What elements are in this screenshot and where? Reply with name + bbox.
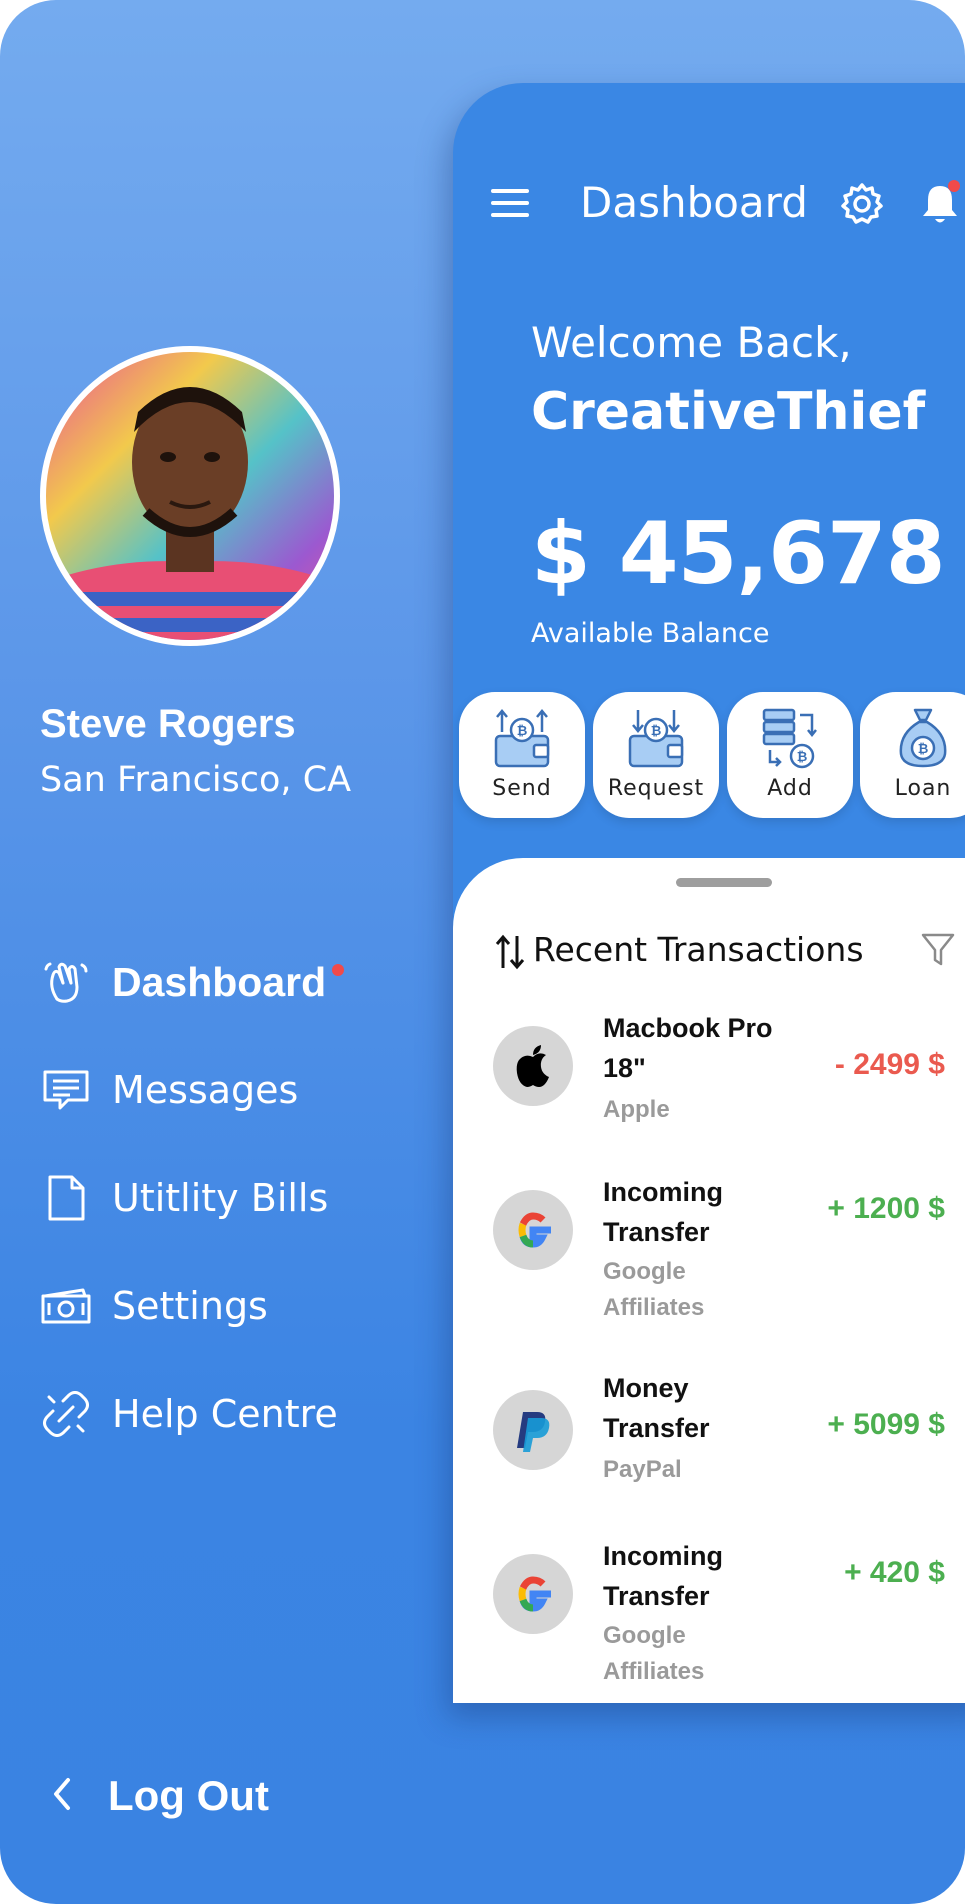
menu-item-label: Utitlity Bills [112, 1176, 329, 1220]
loan-button[interactable]: ₿ Loan [860, 692, 965, 818]
request-button[interactable]: ₿ Request [593, 692, 719, 818]
menu-item-label: Help Centre [112, 1392, 338, 1436]
transaction-merchant: Google Affiliates [603, 1258, 705, 1321]
transaction-merchant: Apple [603, 1096, 670, 1123]
menu-item-settings[interactable]: Settings [40, 1274, 268, 1338]
svg-text:₿: ₿ [918, 742, 929, 757]
send-button[interactable]: ₿ Send [459, 692, 585, 818]
menu-item-label: Settings [112, 1284, 268, 1328]
wallet-send-icon: ₿ [494, 709, 550, 768]
request-label: Request [607, 776, 705, 801]
add-label: Add [767, 776, 813, 801]
logout-label: Log Out [108, 1772, 269, 1819]
menu-item-label: Messages [112, 1068, 299, 1112]
loan-label: Loan [894, 776, 952, 801]
username: CreativeThief [531, 382, 926, 442]
profile-location: San Francisco, CA [40, 760, 352, 800]
wallet-request-icon: ₿ [628, 710, 684, 768]
transaction-row[interactable]: Macbook Pro 18" Apple - 2499 $ [453, 1008, 965, 1138]
gear-icon[interactable] [840, 182, 884, 226]
transaction-row[interactable]: Money Transfer PayPal + 5099 $ [453, 1368, 965, 1498]
balance-label: Available Balance [531, 618, 770, 649]
hamburger-menu-icon[interactable] [490, 186, 530, 220]
link-icon [40, 1388, 92, 1440]
logout-button[interactable]: Log Out [52, 1772, 269, 1820]
svg-text:₿: ₿ [517, 724, 528, 739]
transaction-merchant: Google Affiliates [603, 1622, 705, 1685]
add-button[interactable]: ₿ Add [727, 692, 853, 818]
message-icon [40, 1064, 92, 1116]
svg-text:₿: ₿ [797, 750, 808, 765]
transaction-row[interactable]: Incoming Transfer Google Affiliates + 42… [453, 1536, 965, 1696]
bell-icon[interactable] [918, 180, 962, 228]
welcome-greeting: Welcome Back, [531, 318, 852, 367]
menu-item-dashboard[interactable]: Dashboard [40, 950, 345, 1014]
balance-amount: $ 45,678 [531, 504, 946, 604]
transaction-amount: + 1200 $ [827, 1192, 945, 1225]
google-icon [493, 1554, 573, 1634]
hand-wave-icon [40, 956, 92, 1008]
transaction-amount: + 420 $ [844, 1556, 945, 1589]
page-title: Dashboard [580, 178, 808, 227]
apple-icon [493, 1026, 573, 1106]
menu-item-label: Dashboard [112, 958, 327, 1005]
sheet-drag-handle[interactable] [676, 878, 772, 887]
transaction-merchant: PayPal [603, 1456, 682, 1483]
document-icon [40, 1172, 92, 1224]
app-frame: Steve Rogers San Francisco, CA Dashboard… [0, 0, 965, 1904]
google-icon [493, 1190, 573, 1270]
profile-name: Steve Rogers [40, 702, 296, 746]
menu-item-help-centre[interactable]: Help Centre [40, 1382, 338, 1446]
menu-item-messages[interactable]: Messages [40, 1058, 298, 1122]
svg-text:₿: ₿ [651, 724, 662, 739]
notification-dot [332, 964, 345, 976]
transaction-name: Money Transfer [603, 1373, 710, 1443]
paypal-icon [493, 1390, 573, 1470]
chevron-left-icon [52, 1777, 72, 1816]
transaction-amount: - 2499 $ [834, 1048, 945, 1081]
menu-item-utility-bills[interactable]: Utitlity Bills [40, 1166, 328, 1230]
money-bag-icon: ₿ [899, 708, 947, 768]
transactions-title: Recent Transactions [533, 930, 864, 969]
transaction-name: Macbook Pro 18" [603, 1013, 773, 1083]
sort-arrows-icon [495, 934, 525, 970]
avatar[interactable] [40, 346, 340, 646]
transaction-name: Incoming Transfer [603, 1177, 723, 1247]
transaction-name: Incoming Transfer [603, 1541, 723, 1611]
send-label: Send [492, 776, 552, 801]
filter-icon[interactable] [921, 932, 955, 968]
banknote-icon [40, 1280, 92, 1332]
transaction-amount: + 5099 $ [827, 1408, 945, 1441]
server-add-icon: ₿ [762, 708, 817, 769]
transaction-row[interactable]: Incoming Transfer Google Affiliates + 12… [453, 1172, 965, 1332]
